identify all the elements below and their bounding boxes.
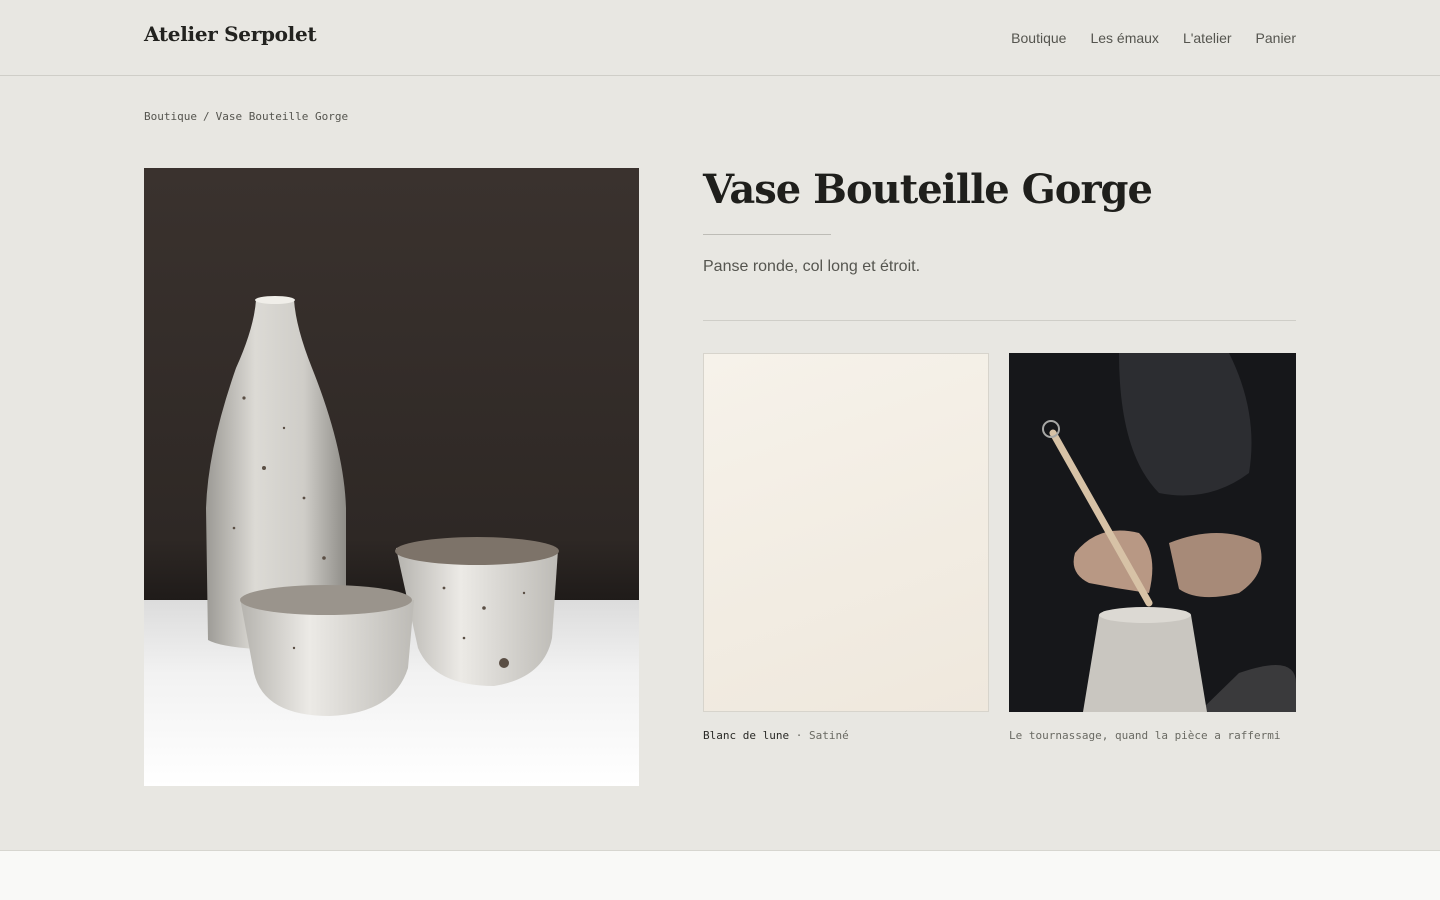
breadcrumb-separator: / xyxy=(202,110,210,123)
site-logo[interactable]: Atelier Serpolet xyxy=(144,22,317,46)
breadcrumb-link-boutique[interactable]: Boutique xyxy=(144,110,197,123)
swatch-caption: Blanc de lune · Satiné xyxy=(703,726,989,745)
ceramics-illustration xyxy=(206,296,559,716)
product-description: Panse ronde, col long et étroit. xyxy=(703,258,921,275)
trimmed-pot xyxy=(1083,615,1207,712)
nav-link-emaux[interactable]: Les émaux xyxy=(1090,30,1158,46)
trimming-illustration xyxy=(1009,353,1296,712)
nav-link-atelier[interactable]: L'atelier xyxy=(1183,30,1232,46)
bottle-neck-rim xyxy=(255,296,295,304)
title-divider xyxy=(703,234,831,235)
pot-top xyxy=(1099,607,1191,623)
speckled-bowl-rim xyxy=(395,537,559,565)
workshop-photo[interactable] xyxy=(1009,353,1296,712)
product-title: Vase Bouteille Gorge xyxy=(703,166,1153,213)
nav-link-panier[interactable]: Panier xyxy=(1256,30,1296,46)
glaze-finish: Satiné xyxy=(808,729,849,742)
glaze-swatch[interactable] xyxy=(703,353,989,712)
workshop-caption: Le tournassage, quand la pièce a rafferm… xyxy=(1009,729,1281,742)
main-nav: Boutique Les émaux L'atelier Panier xyxy=(1011,30,1296,46)
caption-separator: · xyxy=(795,729,803,742)
site-header: Atelier Serpolet Boutique Les émaux L'at… xyxy=(0,0,1440,76)
breadcrumb: Boutique / Vase Bouteille Gorge xyxy=(144,110,348,123)
small-bowl-rim xyxy=(240,585,412,615)
site-footer xyxy=(0,850,1440,900)
section-divider xyxy=(703,320,1296,321)
glaze-name: Blanc de lune xyxy=(703,729,790,742)
breadcrumb-current: Vase Bouteille Gorge xyxy=(215,110,349,123)
product-main-photo[interactable] xyxy=(144,168,639,786)
nav-link-boutique[interactable]: Boutique xyxy=(1011,30,1066,46)
